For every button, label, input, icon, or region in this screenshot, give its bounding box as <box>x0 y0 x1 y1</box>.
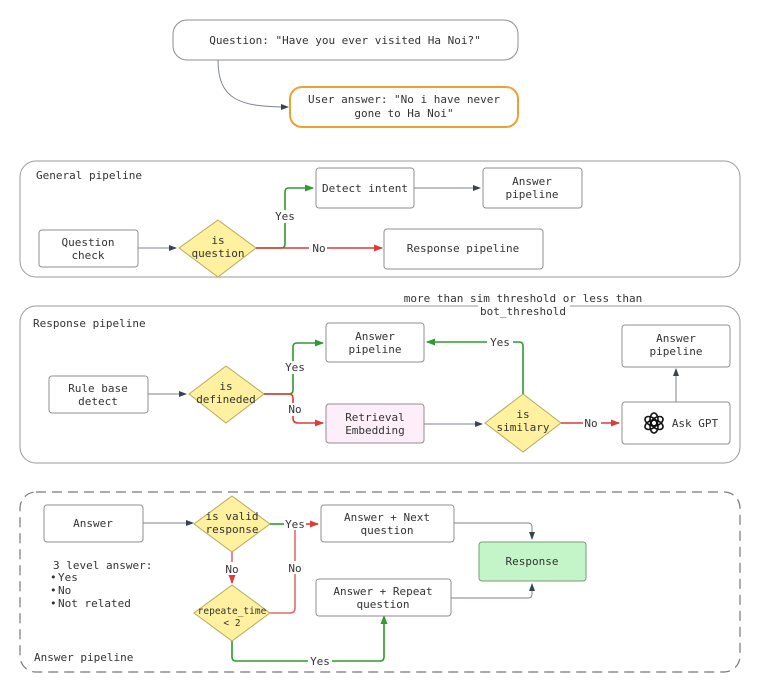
node-text: Embedding <box>345 424 405 437</box>
label-yes: Yes <box>285 518 305 531</box>
answer-pipeline-node-2: Answer pipeline <box>621 324 731 368</box>
node-text: is valid <box>206 510 259 523</box>
general-pipeline-title: General pipeline <box>36 169 142 182</box>
bullet-icon: • <box>50 571 57 584</box>
response-pipeline-title: Response pipeline <box>33 317 146 330</box>
answer-pipeline-node: Answer pipeline <box>325 322 425 363</box>
question-check-node: Question check <box>38 229 139 268</box>
response-node: Response <box>478 541 587 582</box>
node-text: is <box>211 234 224 247</box>
answer-pipeline-title: Answer pipeline <box>34 651 133 664</box>
user-answer-line2: gone to Ha Noi" <box>354 107 453 120</box>
node-text: is <box>219 380 232 393</box>
label-yes: Yes <box>490 336 510 349</box>
label-no: No <box>225 563 238 576</box>
edge-question-to-answer <box>217 59 289 110</box>
node-text: Question <box>62 236 115 249</box>
user-answer-line1: User answer: "No i have never <box>308 93 500 106</box>
label-no: No <box>312 242 325 255</box>
node-text: Detect intent <box>322 182 408 195</box>
node-text: defineded <box>196 393 256 406</box>
node-text: repeate_time <box>198 606 267 617</box>
node-text: response <box>206 523 259 536</box>
node-text: question <box>361 524 414 537</box>
node-text: Rule base <box>68 382 128 395</box>
node-text: Answer <box>656 332 696 345</box>
answer-node: Answer <box>43 504 144 543</box>
threshold-note-line2-overlay: bot_threshold <box>480 305 566 318</box>
node-text: Retrieval <box>345 411 405 424</box>
answer-next-question-node: Answer + Next question <box>320 504 455 543</box>
node-text: question <box>192 247 245 260</box>
label-yes: Yes <box>310 655 330 668</box>
node-text: Answer <box>512 175 552 188</box>
node-text: Answer <box>73 517 113 530</box>
response-pipeline-node: Response pipeline <box>383 228 544 270</box>
question-node: Question: "Have you ever visited Ha Noi?… <box>172 19 519 61</box>
node-text: similary <box>497 421 550 434</box>
node-text: question <box>357 598 410 611</box>
question-text: Question: "Have you ever visited Ha Noi?… <box>209 34 481 47</box>
label-no: No <box>288 562 301 575</box>
node-text: is <box>516 408 529 421</box>
rule-base-detect-node: Rule base detect <box>48 375 149 414</box>
node-text: check <box>71 249 104 262</box>
label-no: No <box>288 403 301 416</box>
threshold-note-line1: more than sim_threshold or less than <box>404 292 642 305</box>
node-text: Response <box>506 555 559 568</box>
node-text: Answer + Repeat <box>333 585 432 598</box>
bullet-icon: • <box>50 584 57 597</box>
node-text: pipeline <box>349 343 402 356</box>
node-text: pipeline <box>650 345 703 358</box>
level-item: No <box>58 584 71 597</box>
label-yes: Yes <box>285 361 305 374</box>
level-item: Not related <box>58 597 131 610</box>
node-text: detect <box>78 395 118 408</box>
node-text: < 2 <box>223 618 240 629</box>
label-no: No <box>584 417 597 430</box>
flow-diagram: Question: "Have you ever visited Ha Noi?… <box>19 19 741 673</box>
node-text: Answer + Next <box>344 511 430 524</box>
node-text: pipeline <box>506 188 559 201</box>
ask-gpt-node: Ask GPT <box>621 401 731 445</box>
bullet-icon: • <box>50 597 57 610</box>
label-yes: Yes <box>275 210 295 223</box>
answer-pipeline-node: Answer pipeline <box>482 167 583 209</box>
user-answer-node: User answer: "No i have never gone to Ha… <box>289 86 519 128</box>
retrieval-embedding-node: Retrieval Embedding <box>325 403 425 444</box>
node-text: Ask GPT <box>672 417 719 430</box>
detect-intent-node: Detect intent <box>315 167 415 209</box>
node-text: Response pipeline <box>407 242 520 255</box>
answer-repeat-question-node: Answer + Repeat question <box>315 578 452 617</box>
node-text: Answer <box>355 330 395 343</box>
level-item: Yes <box>58 571 78 584</box>
